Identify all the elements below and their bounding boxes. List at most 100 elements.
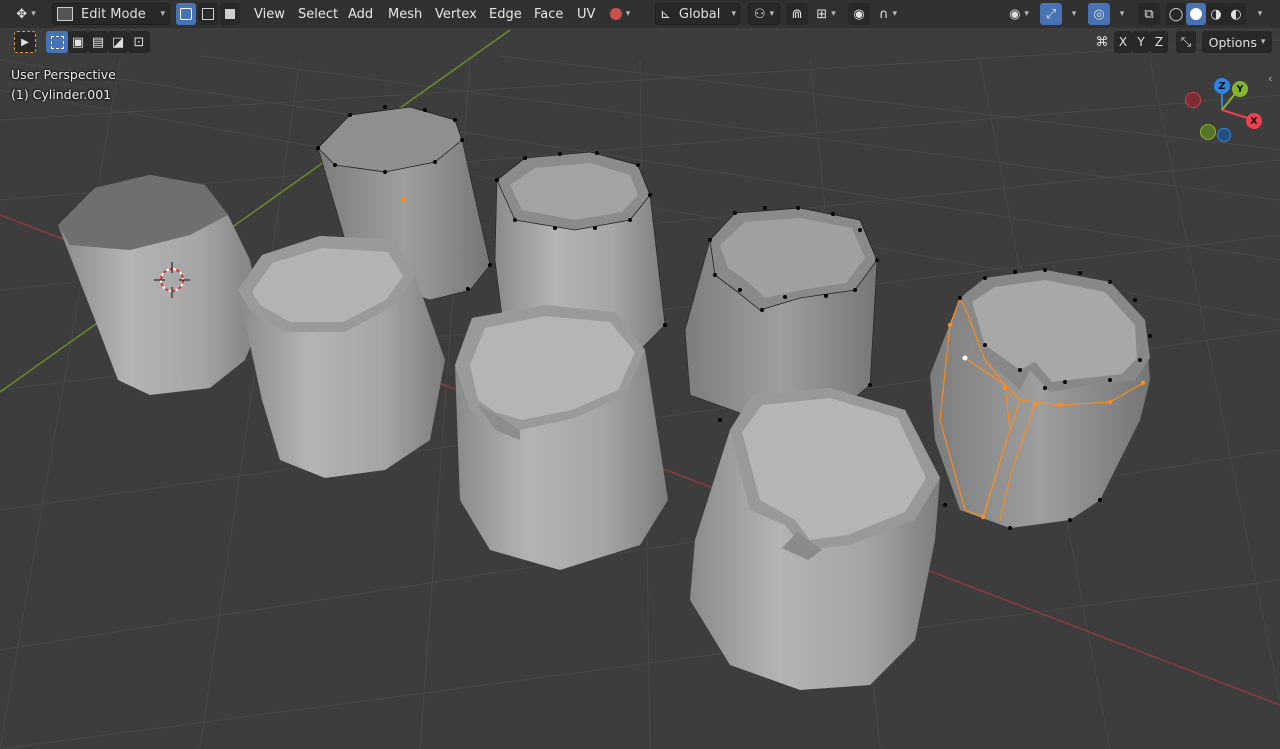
gizmo-neg-z-axis[interactable]: [1217, 128, 1231, 142]
chevron-down-icon: ▾: [1071, 9, 1077, 19]
select-subtract-button[interactable]: ▤: [88, 31, 108, 53]
chevron-down-icon: ▾: [731, 9, 736, 19]
menu-edge[interactable]: Edge: [489, 3, 522, 25]
menu-mesh[interactable]: Mesh: [388, 3, 422, 25]
orientation-icon: ⊾: [660, 6, 671, 22]
mirror-y-toggle[interactable]: Y: [1132, 31, 1150, 53]
menu-view[interactable]: View: [254, 3, 285, 25]
falloff-curve-icon: ∩: [878, 6, 889, 22]
material-shading-button[interactable]: ◑: [1206, 3, 1226, 25]
select-new-button[interactable]: [46, 31, 68, 53]
auto-merge-toggle[interactable]: ⤡: [1176, 31, 1196, 53]
mirror-x-toggle[interactable]: X: [1114, 31, 1132, 53]
gizmo-neg-x-axis[interactable]: [1185, 92, 1201, 108]
menu-uv[interactable]: UV: [577, 3, 595, 25]
visibility-dropdown[interactable]: ◉ ▾: [1002, 3, 1036, 25]
menu-add[interactable]: Add: [348, 3, 373, 25]
select-cursor-icon: ▶: [21, 36, 29, 48]
transform-orientation-select[interactable]: ⊾ Global ▾: [655, 3, 740, 25]
select-extend-icon: ▣: [71, 34, 85, 50]
gizmo-dropdown[interactable]: ▾: [1062, 3, 1082, 25]
chevron-down-icon: ▾: [1257, 9, 1263, 19]
transform-orientation-label: Global: [678, 6, 721, 22]
tool-settings-header: ▶ ▣ ▤ ◪ ⊡ ⌘ X Y Z ⤡ Options ▾: [0, 28, 1280, 56]
navigation-gizmo[interactable]: Z Y X: [1180, 72, 1270, 150]
select-subtract-icon: ▤: [91, 34, 105, 50]
select-invert-button[interactable]: ◪: [108, 31, 128, 53]
chevron-down-icon: ▾: [31, 9, 36, 19]
xray-toggle[interactable]: ⧉: [1138, 3, 1160, 25]
gizmo-z-axis[interactable]: Z: [1214, 78, 1230, 94]
proportional-edit-icon: ◉: [853, 6, 865, 22]
solid-shading-button[interactable]: [1186, 3, 1206, 25]
overlays-dropdown[interactable]: ▾: [1110, 3, 1130, 25]
solid-sphere-icon: [1190, 8, 1202, 20]
falloff-dropdown[interactable]: ∩ ▾: [872, 3, 904, 25]
menu-vertex[interactable]: Vertex: [435, 3, 477, 25]
select-intersect-button[interactable]: ⊡: [128, 31, 150, 53]
gizmo-y-axis[interactable]: Y: [1232, 81, 1248, 97]
active-object-label: (1) Cylinder.001: [11, 87, 112, 102]
view-name-label: User Perspective: [11, 67, 116, 82]
chevron-down-icon: ▾: [1260, 37, 1266, 47]
sidebar-toggle[interactable]: ‹: [1268, 72, 1280, 88]
overlays-icon: ◎: [1093, 6, 1105, 22]
3d-viewport[interactable]: User Perspective (1) Cylinder.001 Z Y X …: [0, 0, 1280, 749]
gizmo-toggle[interactable]: ⤢: [1040, 3, 1062, 25]
xray-icon: ⧉: [1144, 6, 1154, 22]
rendered-sphere-icon: ◐: [1230, 6, 1242, 22]
face-select-icon: [225, 9, 235, 19]
menu-select[interactable]: Select: [298, 3, 338, 25]
cylinder-7: [690, 388, 940, 690]
chevron-down-icon: ▾: [160, 9, 165, 19]
shading-dropdown[interactable]: ▾: [1248, 3, 1268, 25]
menu-face[interactable]: Face: [534, 3, 563, 25]
scene-canvas[interactable]: [0, 0, 1280, 749]
select-new-icon: [50, 35, 64, 49]
wireframe-shading-button[interactable]: ◯: [1166, 3, 1186, 25]
chevron-down-icon: ▾: [625, 9, 631, 19]
chevron-down-icon: ▾: [831, 9, 836, 19]
gizmo-x-axis[interactable]: X: [1246, 113, 1262, 129]
gizmo-neg-y-axis[interactable]: [1200, 124, 1216, 140]
editor-type-icon: ✥: [16, 6, 28, 22]
select-intersect-icon: ⊡: [133, 34, 145, 50]
rendered-shading-button[interactable]: ◐: [1226, 3, 1246, 25]
active-tool-button[interactable]: ▶: [14, 31, 36, 53]
vertex-select-button[interactable]: [176, 3, 196, 25]
chevron-down-icon: ▾: [1119, 9, 1125, 19]
chevron-down-icon: ▾: [769, 9, 775, 19]
snap-target-dropdown[interactable]: ⊞ ▾: [810, 3, 842, 25]
pivot-point-dropdown[interactable]: ⚇ ▾: [748, 3, 780, 25]
vertex-select-icon: [180, 8, 192, 20]
options-label: Options: [1208, 34, 1257, 50]
select-extend-button[interactable]: ▣: [68, 31, 88, 53]
wireframe-sphere-icon: ◯: [1168, 6, 1184, 22]
face-select-button[interactable]: [220, 3, 240, 25]
cylinder-1: [58, 175, 262, 395]
uv-sync-dropdown[interactable]: ▾: [603, 3, 637, 25]
edit-mode-icon: [57, 7, 73, 21]
cylinder-4: [684, 206, 879, 422]
snap-toggle[interactable]: ⋒: [786, 3, 808, 25]
viewport-header: ✥ ▾ Edit Mode ▾ View Select Add Mesh Vert…: [0, 0, 1280, 28]
select-invert-icon: ◪: [111, 34, 125, 50]
chevron-down-icon: ▾: [892, 9, 898, 19]
editor-type-button[interactable]: ✥ ▾: [8, 3, 44, 25]
edge-select-button[interactable]: [198, 3, 218, 25]
mirror-z-toggle[interactable]: Z: [1150, 31, 1168, 53]
material-sphere-icon: ◑: [1210, 6, 1222, 22]
mirror-icon: ⌘: [1095, 34, 1109, 50]
proportional-edit-toggle[interactable]: ◉: [848, 3, 870, 25]
merge-icon: ⤡: [1180, 34, 1192, 50]
uv-sphere-icon: [609, 8, 622, 20]
options-dropdown[interactable]: Options ▾: [1202, 31, 1272, 53]
cylinder-8-selected: [930, 268, 1152, 530]
cylinder-6: [455, 305, 668, 570]
snap-grid-icon: ⊞: [816, 6, 828, 22]
chevron-down-icon: ▾: [1024, 9, 1029, 19]
overlays-toggle[interactable]: ◎: [1088, 3, 1110, 25]
pivot-icon: ⚇: [753, 6, 766, 22]
magnet-icon: ⋒: [791, 6, 803, 22]
mode-select[interactable]: Edit Mode ▾: [52, 3, 170, 25]
